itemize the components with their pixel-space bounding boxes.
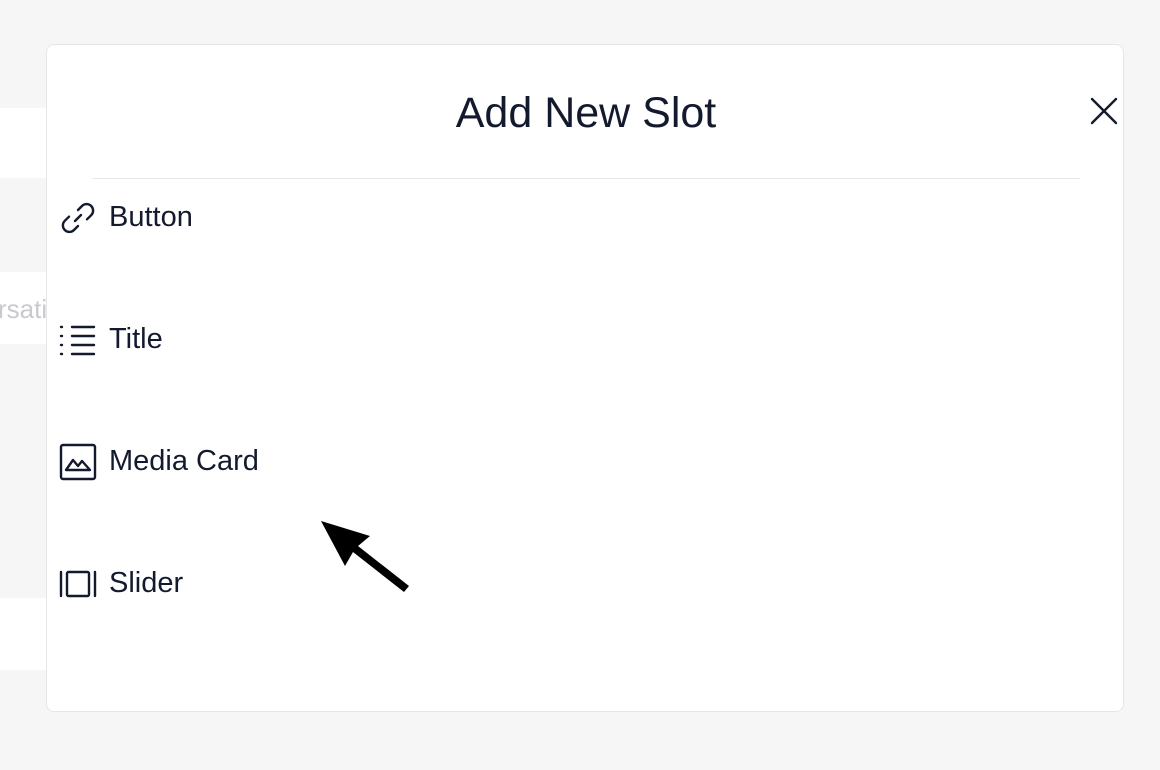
background-panel (0, 108, 46, 178)
modal-title: Add New Slot (455, 89, 717, 137)
slot-option-label: Button (109, 201, 193, 233)
image-icon (59, 443, 97, 481)
list-icon (59, 325, 96, 356)
pointer-arrow-icon (321, 521, 409, 592)
link-icon (61, 202, 95, 234)
slot-type-list: Button Title Media Card Slider (58, 168, 1018, 656)
slot-option-label: Media Card (109, 445, 259, 477)
background-partial-text: rsati (0, 294, 48, 324)
slot-option-media-card[interactable]: Media Card (58, 412, 1018, 534)
background-panel (0, 598, 46, 670)
slot-option-label: Slider (109, 567, 184, 599)
close-button[interactable] (1084, 91, 1124, 131)
slot-option-slider[interactable]: Slider (58, 534, 1018, 656)
slot-option-button[interactable]: Button (58, 168, 1018, 290)
slot-option-label: Title (109, 323, 163, 355)
slot-option-title[interactable]: Title (58, 290, 1018, 412)
slider-icon (59, 570, 97, 598)
close-icon (1090, 97, 1118, 125)
modal-header: Add New Slot (92, 45, 1118, 179)
